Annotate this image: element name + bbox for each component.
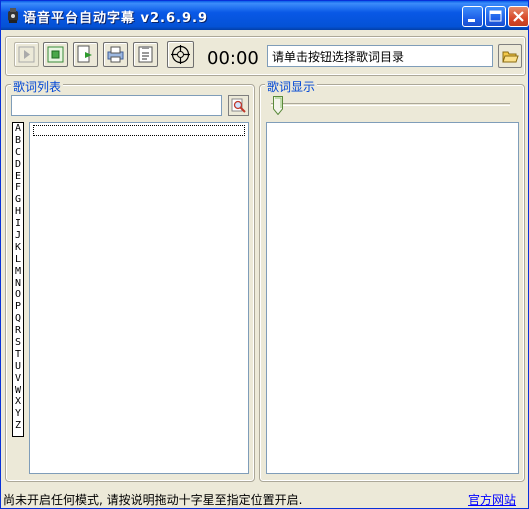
alphabet-letter[interactable]: V — [13, 373, 23, 385]
alphabet-letter[interactable]: O — [13, 289, 23, 301]
status-bar: 尚未开启任何模式, 请按说明拖动十字星至指定位置开启. 官方网站 — [1, 489, 528, 508]
alphabet-letter[interactable]: I — [13, 218, 23, 230]
minimize-button[interactable] — [462, 6, 483, 27]
export-button[interactable] — [73, 42, 98, 67]
alphabet-letter[interactable]: Y — [13, 408, 23, 420]
alphabet-letter[interactable]: U — [13, 361, 23, 373]
alphabet-letter[interactable]: X — [13, 396, 23, 408]
maximize-button[interactable] — [485, 6, 506, 27]
lyrics-display-title: 歌词显示 — [265, 78, 318, 95]
alphabet-letter[interactable]: F — [13, 182, 23, 194]
title-bar[interactable]: 语音平台自动字幕 v2.6.9.9 — [1, 1, 529, 30]
alphabet-letter[interactable]: E — [13, 171, 23, 183]
crosshair-drag-button[interactable] — [167, 41, 194, 68]
close-button[interactable] — [508, 6, 529, 27]
print-icon — [107, 46, 124, 63]
search-button[interactable] — [228, 95, 249, 116]
stop-button[interactable] — [43, 42, 68, 67]
alphabet-letter[interactable]: A — [13, 123, 23, 135]
lyrics-directory-field[interactable]: 请单击按钮选择歌词目录 — [267, 45, 493, 67]
export-icon — [77, 45, 92, 63]
lyrics-list-title: 歌词列表 — [11, 78, 64, 95]
clipboard-button[interactable] — [133, 42, 158, 67]
minimize-icon — [468, 19, 475, 22]
close-icon — [513, 11, 524, 22]
stop-icon — [47, 46, 64, 63]
alphabet-letter[interactable]: N — [13, 278, 23, 290]
lyrics-list-group: 歌词列表 ABCDEFGHIJKLMNOPQRSTUVWXYZ — [5, 78, 255, 482]
alphabet-letter[interactable]: Q — [13, 313, 23, 325]
play-button[interactable] — [14, 42, 39, 67]
progress-slider-thumb[interactable] — [273, 96, 283, 115]
alphabet-letter[interactable]: B — [13, 135, 23, 147]
search-input[interactable] — [11, 95, 222, 116]
lyrics-display-box — [266, 122, 519, 474]
print-button[interactable] — [103, 42, 128, 67]
alphabet-index: ABCDEFGHIJKLMNOPQRSTUVWXYZ — [12, 122, 24, 437]
play-icon — [18, 46, 35, 63]
folder-open-icon — [502, 51, 519, 63]
alphabet-letter[interactable]: W — [13, 385, 23, 397]
toolbar: 00:00 请单击按钮选择歌词目录 — [5, 36, 526, 76]
alphabet-letter[interactable]: T — [13, 349, 23, 361]
status-message: 尚未开启任何模式, 请按说明拖动十字星至指定位置开启. — [3, 493, 303, 507]
alphabet-letter[interactable]: L — [13, 254, 23, 266]
search-icon — [231, 98, 246, 113]
alphabet-letter[interactable]: R — [13, 325, 23, 337]
clipboard-icon — [138, 46, 153, 63]
alphabet-letter[interactable]: G — [13, 194, 23, 206]
progress-slider-track[interactable] — [271, 103, 510, 106]
app-window: 语音平台自动字幕 v2.6.9.9 00:00 请单击按钮选择歌词目录 歌词列表… — [0, 0, 529, 509]
alphabet-letter[interactable]: Z — [13, 420, 23, 432]
lyrics-display-group: 歌词显示 — [259, 78, 525, 482]
time-display: 00:00 — [207, 48, 259, 69]
song-list[interactable] — [29, 122, 249, 474]
maximize-icon — [489, 10, 502, 22]
crosshair-icon — [171, 45, 190, 64]
alphabet-letter[interactable]: M — [13, 266, 23, 278]
list-focus-row[interactable] — [33, 125, 245, 136]
alphabet-letter[interactable]: D — [13, 159, 23, 171]
alphabet-letter[interactable]: J — [13, 230, 23, 242]
alphabet-letter[interactable]: P — [13, 301, 23, 313]
app-icon — [8, 8, 18, 23]
alphabet-letter[interactable]: H — [13, 206, 23, 218]
open-folder-button[interactable] — [498, 44, 522, 68]
alphabet-letter[interactable]: S — [13, 337, 23, 349]
alphabet-letter[interactable]: K — [13, 242, 23, 254]
window-title: 语音平台自动字幕 v2.6.9.9 — [23, 11, 208, 26]
alphabet-letter[interactable]: C — [13, 147, 23, 159]
official-website-link[interactable]: 官方网站 — [468, 491, 516, 508]
